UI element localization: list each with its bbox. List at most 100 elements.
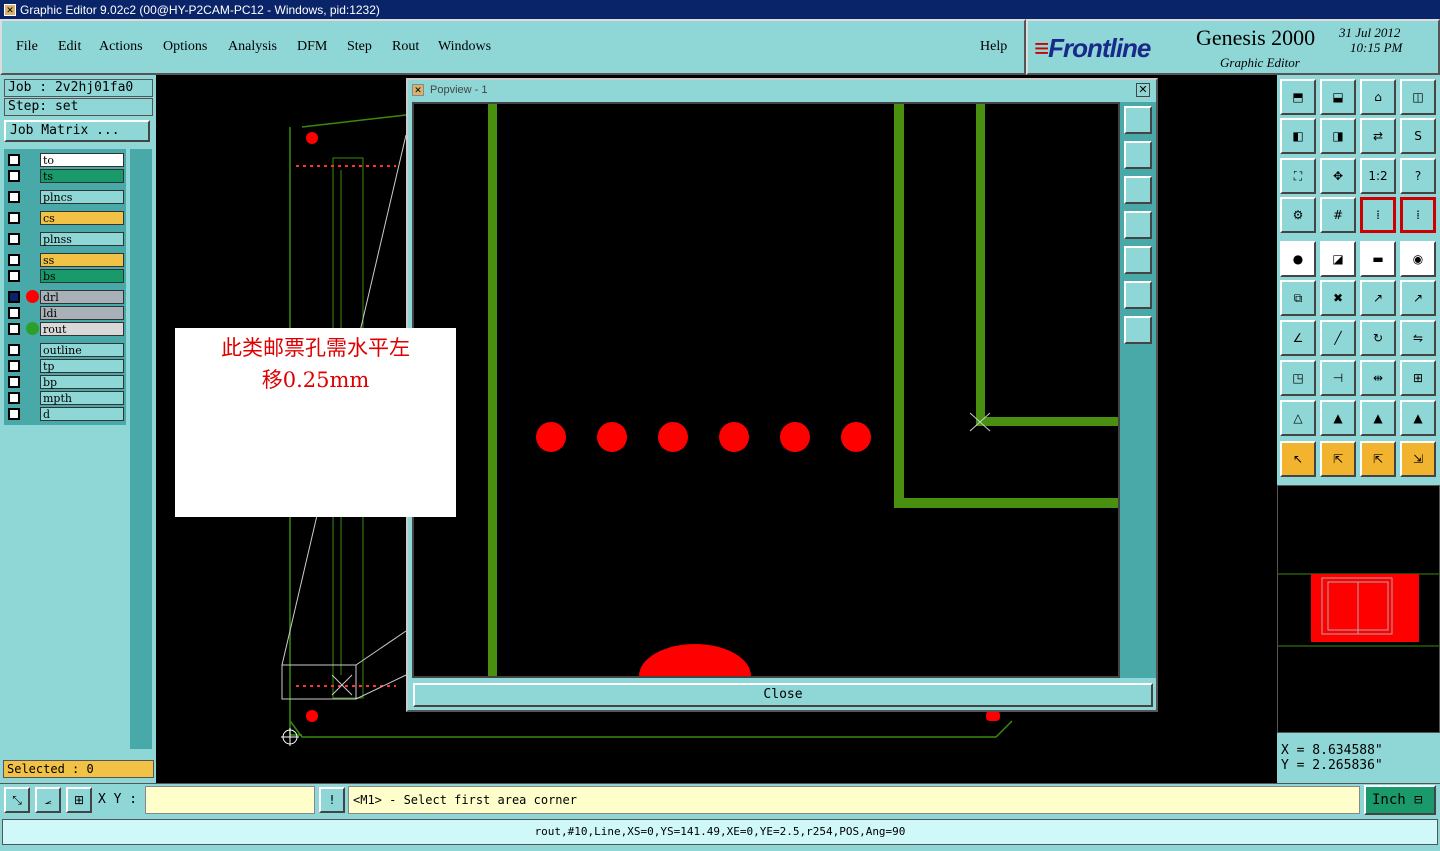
- layer-name[interactable]: mpth: [40, 391, 124, 405]
- line-icon[interactable]: ╱: [1320, 320, 1356, 356]
- mirror-icon[interactable]: ⇋: [1400, 320, 1436, 356]
- layer-checkbox[interactable]: [8, 212, 20, 224]
- layer-row[interactable]: outline: [6, 343, 124, 358]
- layer-checkbox[interactable]: [8, 392, 20, 404]
- measure-icon[interactable]: ⇹: [1360, 360, 1396, 396]
- layer-scrollbar[interactable]: [130, 149, 152, 749]
- angle-icon[interactable]: ∠: [1280, 320, 1316, 356]
- layer-checkbox[interactable]: [8, 270, 20, 282]
- layer-checkbox[interactable]: [8, 344, 20, 356]
- redraw-icon[interactable]: S: [1400, 118, 1436, 154]
- split-icon[interactable]: ⊣: [1320, 360, 1356, 396]
- xy-input[interactable]: [145, 786, 315, 814]
- layer-row[interactable]: drl: [6, 290, 124, 305]
- snap-icon[interactable]: ⁞: [1360, 197, 1396, 233]
- layer-row[interactable]: plncs: [6, 190, 124, 205]
- popview-close-button[interactable]: Close: [413, 683, 1153, 707]
- layer-name[interactable]: drl: [40, 290, 124, 304]
- window-icon[interactable]: ◫: [1400, 79, 1436, 115]
- menu-windows[interactable]: Windows: [438, 39, 491, 55]
- layer-row[interactable]: d: [6, 407, 124, 422]
- layer-row[interactable]: cs: [6, 211, 124, 226]
- job-matrix-button[interactable]: Job Matrix ...: [4, 120, 150, 142]
- popview-canvas[interactable]: [412, 102, 1120, 678]
- resize-icon[interactable]: ◳: [1280, 360, 1316, 396]
- layer-name[interactable]: d: [40, 407, 124, 421]
- help-icon[interactable]: ?: [1400, 158, 1436, 194]
- group-icon[interactable]: ⊞: [1400, 360, 1436, 396]
- pan-left-icon[interactable]: [1124, 211, 1152, 239]
- select-area-icon[interactable]: ⇱: [1320, 441, 1356, 477]
- menu-edit[interactable]: Edit: [58, 39, 81, 55]
- menu-file[interactable]: File: [16, 39, 38, 55]
- layer-checkbox[interactable]: [8, 408, 20, 420]
- menu-rout[interactable]: Rout: [392, 39, 419, 55]
- zoom-fit-icon[interactable]: [1124, 281, 1152, 309]
- pan-left-icon[interactable]: ◧: [1280, 118, 1316, 154]
- layer-name[interactable]: ts: [40, 169, 124, 183]
- swap-icon[interactable]: ⇄: [1360, 118, 1396, 154]
- layer-name[interactable]: bs: [40, 269, 124, 283]
- shape-icon[interactable]: ◪: [1320, 241, 1356, 277]
- measure-icon[interactable]: ⦟: [35, 787, 61, 813]
- layer-name[interactable]: bp: [40, 375, 124, 389]
- layer-name[interactable]: outline: [40, 343, 124, 357]
- layer-row[interactable]: ldi: [6, 306, 124, 321]
- move-icon[interactable]: ↗: [1360, 280, 1396, 316]
- layer-row[interactable]: ss: [6, 253, 124, 268]
- layer-name[interactable]: ldi: [40, 306, 124, 320]
- layer-checkbox[interactable]: [8, 170, 20, 182]
- arc-icon[interactable]: ↻: [1360, 320, 1396, 356]
- layer-checkbox[interactable]: [8, 291, 20, 303]
- menu-analysis[interactable]: Analysis: [228, 39, 277, 55]
- menu-options[interactable]: Options: [163, 39, 207, 55]
- layer-row[interactable]: plnss: [6, 232, 124, 247]
- layer-name[interactable]: to: [40, 153, 124, 167]
- layer-row[interactable]: to: [6, 153, 124, 168]
- home-icon[interactable]: ⌂: [1360, 79, 1396, 115]
- layer-name[interactable]: plncs: [40, 190, 124, 204]
- pan-right-icon[interactable]: [1124, 246, 1152, 274]
- net-icon[interactable]: ⧉: [1280, 280, 1316, 316]
- pan-right-icon[interactable]: ◨: [1320, 118, 1356, 154]
- menu-step[interactable]: Step: [347, 39, 372, 55]
- layer-checkbox[interactable]: [8, 154, 20, 166]
- pad-icon[interactable]: ◉: [1400, 241, 1436, 277]
- zoom-home-icon[interactable]: [1124, 106, 1152, 134]
- layer-name[interactable]: ss: [40, 253, 124, 267]
- triangle-icon[interactable]: ▲: [1400, 400, 1436, 436]
- layer-row[interactable]: ts: [6, 169, 124, 184]
- overview-map[interactable]: [1277, 485, 1440, 733]
- units-dropdown[interactable]: Inch ⊟: [1364, 785, 1436, 815]
- select-poly-icon[interactable]: ⇱: [1360, 441, 1396, 477]
- layer-row[interactable]: tp: [6, 359, 124, 374]
- triangle-icon[interactable]: ▲: [1320, 400, 1356, 436]
- layer-checkbox[interactable]: [8, 191, 20, 203]
- layer-row[interactable]: rout: [6, 322, 124, 337]
- layer-row[interactable]: mpth: [6, 391, 124, 406]
- layer-row[interactable]: bp: [6, 375, 124, 390]
- layer-checkbox[interactable]: [8, 376, 20, 388]
- ruler-icon[interactable]: ▬: [1360, 241, 1396, 277]
- layer-checkbox[interactable]: [8, 307, 20, 319]
- delete-icon[interactable]: ✖: [1320, 280, 1356, 316]
- alert-icon[interactable]: !: [319, 787, 345, 813]
- layer-checkbox[interactable]: [8, 360, 20, 372]
- pan-up-icon[interactable]: [1124, 141, 1152, 169]
- layer-name[interactable]: plnss: [40, 232, 124, 246]
- menu-actions[interactable]: Actions: [99, 39, 143, 55]
- grid-toggle-icon[interactable]: ⊞: [66, 787, 92, 813]
- layer-checkbox[interactable]: [8, 254, 20, 266]
- layer-row[interactable]: bs: [6, 269, 124, 284]
- layer-checkbox[interactable]: [8, 233, 20, 245]
- settings-icon[interactable]: ⚙: [1280, 197, 1316, 233]
- triangle-icon[interactable]: ▲: [1360, 400, 1396, 436]
- popview-close-icon[interactable]: ✕: [1136, 83, 1150, 97]
- connect-icon[interactable]: ⁞: [1400, 197, 1436, 233]
- select-net-icon[interactable]: ⇲: [1400, 441, 1436, 477]
- zoom-center-icon[interactable]: ✥: [1320, 158, 1356, 194]
- feature-add-icon[interactable]: ●: [1280, 241, 1316, 277]
- zoom-area-icon[interactable]: ⤡: [4, 787, 30, 813]
- menu-help[interactable]: Help: [980, 39, 1007, 55]
- layer-name[interactable]: tp: [40, 359, 124, 373]
